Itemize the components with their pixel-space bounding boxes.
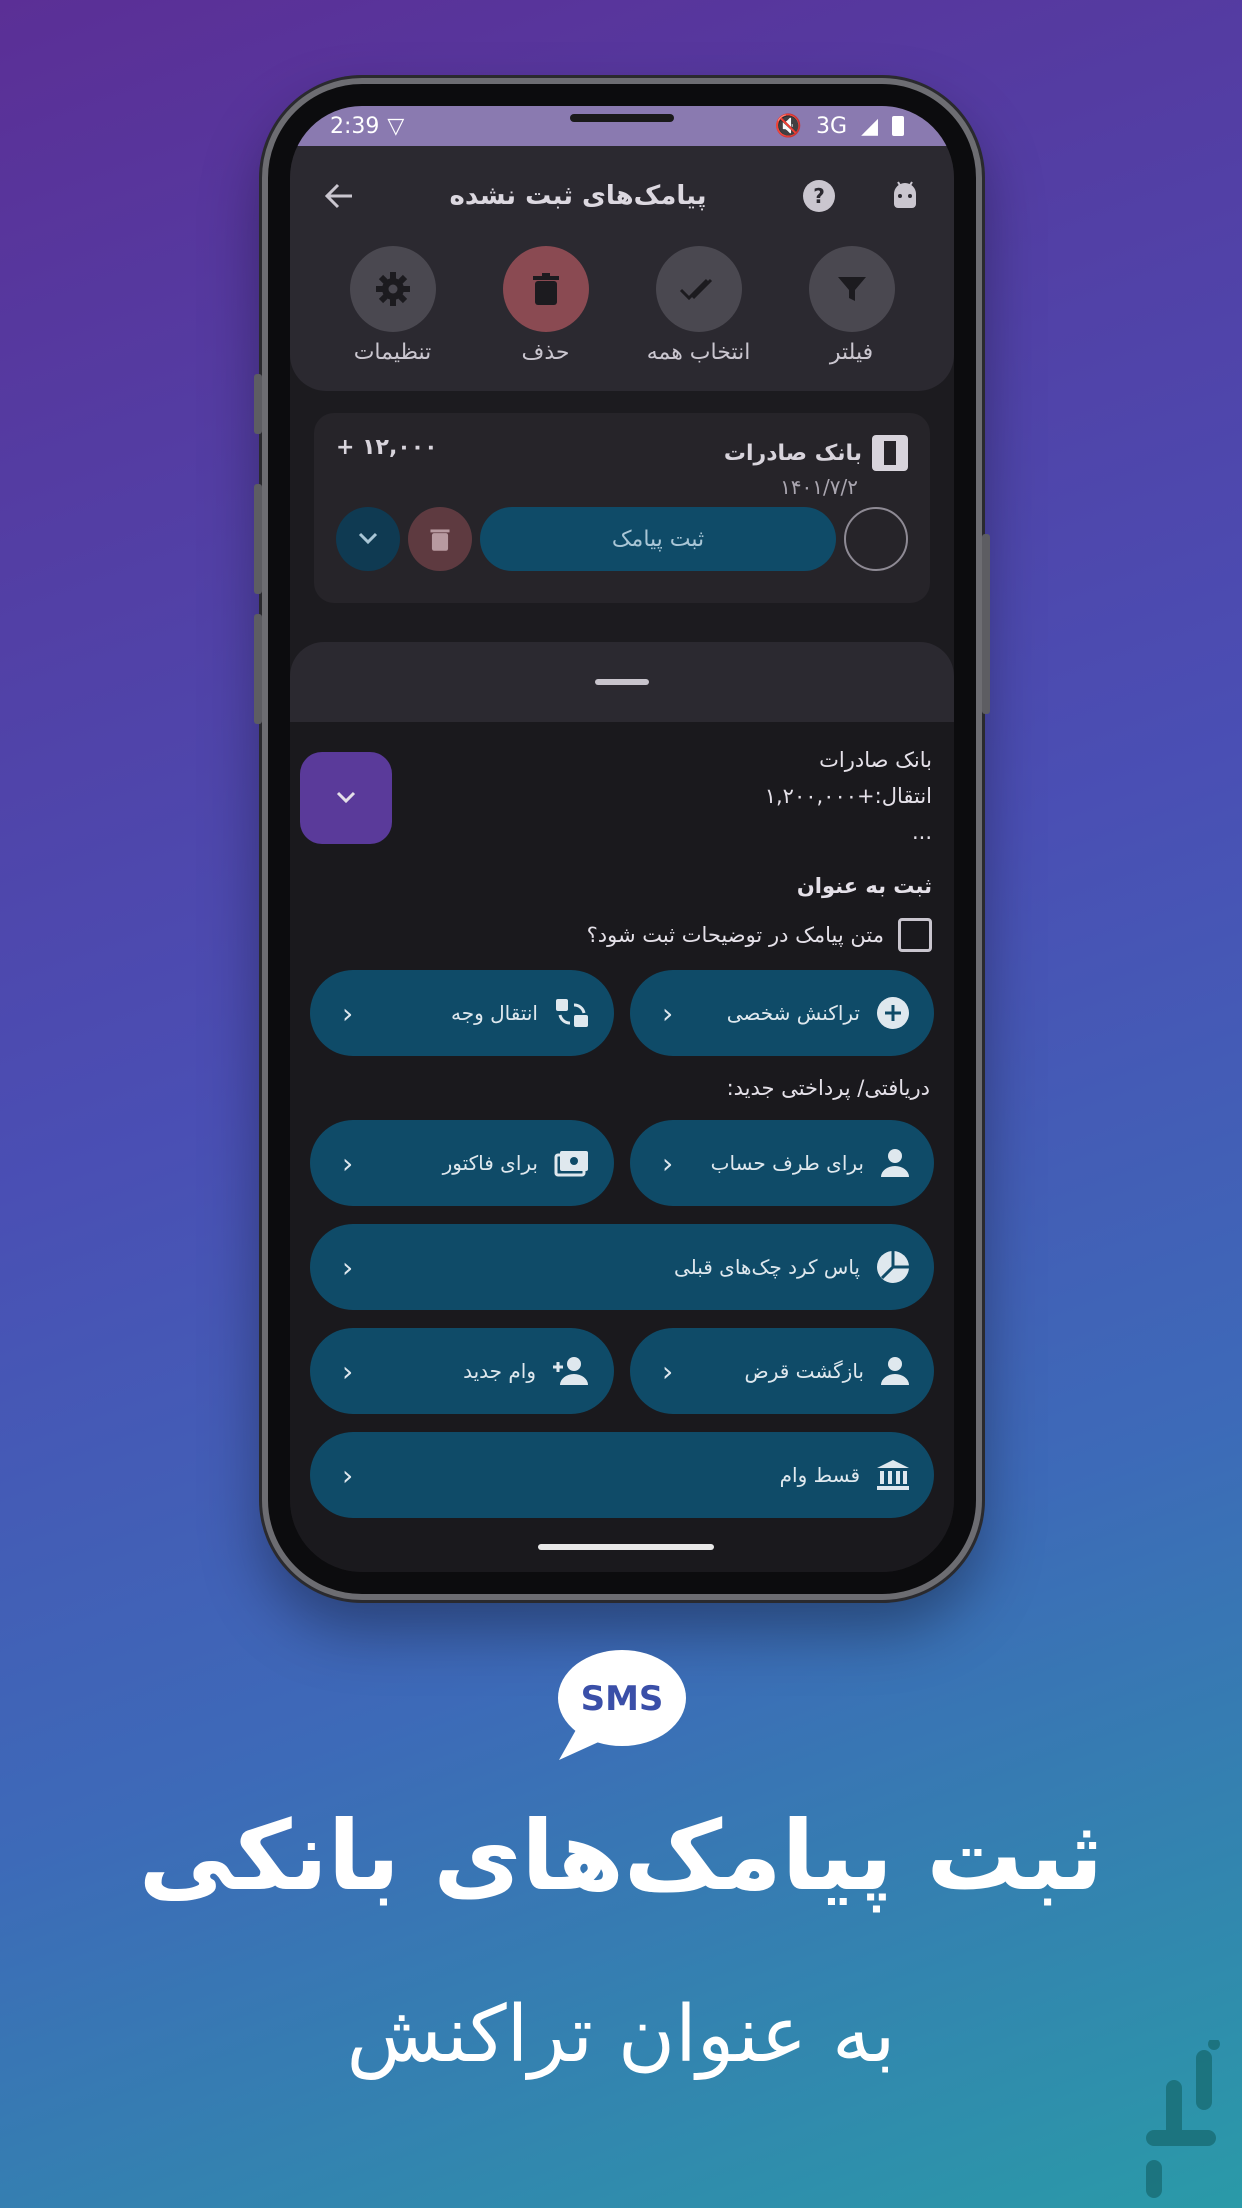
- home-indicator[interactable]: [538, 1544, 714, 1550]
- filter-icon: [837, 277, 866, 301]
- sheet-header[interactable]: [290, 642, 954, 722]
- new-loan-label: وام جدید: [463, 1359, 536, 1383]
- settings-button[interactable]: تنظیمات: [318, 246, 468, 365]
- message-card[interactable]: بانک صادرات ۱۴۰۱/۷/۲ + ۱۲,۰۰۰ ثبت پیامک: [314, 413, 930, 603]
- new-loan-button[interactable]: وام جدید ‹: [310, 1328, 614, 1414]
- transfer-label: انتقال وجه: [450, 1001, 538, 1025]
- delete-button[interactable]: حذف: [471, 246, 621, 365]
- card-expand-button[interactable]: [336, 507, 400, 571]
- app-bar: ? پیامک‌های ثبت نشده: [290, 146, 954, 246]
- filter-button[interactable]: فیلتر: [777, 246, 927, 365]
- action-bar: فیلتر انتخاب همه حذف تنظیمات: [290, 246, 954, 365]
- phone-screen: 2:39 ▽ 🔇 3G ◢ ? پیا: [290, 106, 954, 1572]
- sms-line-more: ...: [911, 820, 932, 844]
- arrow-left-icon[interactable]: [324, 181, 354, 211]
- sms-text-checkbox[interactable]: [898, 918, 932, 952]
- sms-bubble-icon: SMS: [558, 1650, 686, 1760]
- payment-grid: برای طرف حساب ‹ برای فاکتور ‹ پاس کرد چک…: [290, 1120, 954, 1518]
- transfer-button[interactable]: انتقال وجه ‹: [310, 970, 614, 1056]
- message-amount: + ۱۲,۰۰۰: [336, 435, 438, 460]
- volume-up-button: [254, 484, 262, 594]
- chevron-left-icon: ‹: [342, 996, 354, 1030]
- top-card: ? پیامک‌های ثبت نشده فیلتر انتخاب همه: [290, 146, 954, 391]
- chevron-down-icon: [336, 791, 356, 804]
- clear-checks-label: پاس کرد چک‌های قبلی: [673, 1255, 860, 1279]
- status-bar: 2:39 ▽ 🔇 3G ◢: [290, 106, 954, 146]
- chevron-left-icon: ‹: [342, 1458, 354, 1492]
- add-person-icon: [553, 1357, 588, 1385]
- bank-logo-icon: [872, 435, 908, 471]
- loan-installment-label: قسط وام: [779, 1463, 860, 1487]
- chevron-left-icon: ‹: [342, 1250, 354, 1284]
- chevron-left-icon: ‹: [662, 1354, 674, 1388]
- power-button: [982, 534, 990, 714]
- loan-return-label: بازگشت قرض: [744, 1359, 864, 1383]
- add-circle-icon: [877, 997, 909, 1029]
- bank-name: بانک صادرات: [723, 440, 862, 466]
- trash-icon: [532, 273, 559, 305]
- drag-handle[interactable]: [595, 679, 649, 685]
- delete-label: حذف: [521, 340, 570, 365]
- account-party-label: برای طرف حساب: [710, 1151, 864, 1175]
- pie-chart-icon: [877, 1251, 909, 1283]
- sms-line-bank: بانک صادرات: [819, 748, 932, 772]
- speaker-notch: [570, 114, 674, 122]
- bazaar-logo-icon: [1146, 2040, 1220, 2198]
- chevron-left-icon: ‹: [662, 1146, 674, 1180]
- person-icon: [881, 1149, 909, 1177]
- bank-icon: [877, 1460, 909, 1490]
- network-label: 3G: [816, 113, 848, 139]
- volume-down-button: [254, 614, 262, 724]
- message-date: ۱۴۰۱/۷/۲: [780, 475, 858, 499]
- status-time: 2:39: [330, 113, 380, 139]
- checkbox-label: متن پیامک در توضیحات ثبت شود؟: [586, 923, 884, 947]
- option-grid: تراکنش شخصی ‹ انتقال وجه ‹: [290, 970, 954, 1056]
- bottom-sheet: بانک صادرات انتقال:+۱,۲۰۰,۰۰۰ ... ثبت به…: [290, 642, 954, 1572]
- sms-bubble-text: SMS: [581, 1679, 664, 1719]
- sms-preview: بانک صادرات انتقال:+۱,۲۰۰,۰۰۰ ...: [290, 722, 954, 850]
- chevron-left-icon: ‹: [662, 996, 674, 1030]
- select-all-label: انتخاب همه: [646, 340, 751, 365]
- promo-subline: به عنوان تراکنش: [346, 1990, 896, 2080]
- chevron-down-icon: [358, 532, 378, 545]
- mute-switch: [254, 374, 262, 434]
- clear-checks-button[interactable]: پاس کرد چک‌های قبلی ‹: [310, 1224, 934, 1310]
- invoice-button[interactable]: برای فاکتور ‹: [310, 1120, 614, 1206]
- card-delete-button[interactable]: [408, 507, 472, 571]
- battery-icon: [892, 116, 904, 136]
- register-as-title: ثبت به عنوان: [796, 874, 932, 898]
- sms-text-checkbox-row[interactable]: متن پیامک در توضیحات ثبت شود؟: [290, 898, 954, 952]
- filter-label: فیلتر: [829, 340, 874, 365]
- promo-headline: ثبت پیامک‌های بانکی: [138, 1800, 1104, 1912]
- mute-icon: 🔇: [774, 113, 803, 139]
- page-title: پیامک‌های ثبت نشده: [449, 181, 707, 211]
- personal-transaction-label: تراکنش شخصی: [726, 1001, 860, 1025]
- signal-icon: ◢: [861, 113, 878, 139]
- vpn-icon: ▽: [387, 113, 405, 139]
- phone-frame: 2:39 ▽ 🔇 3G ◢ ? پیا: [254, 78, 990, 1600]
- chevron-left-icon: ‹: [342, 1146, 354, 1180]
- transfer-icon: [556, 999, 588, 1027]
- register-sms-button[interactable]: ثبت پیامک: [480, 507, 836, 571]
- person-icon: [881, 1357, 909, 1385]
- personal-transaction-button[interactable]: تراکنش شخصی ‹: [630, 970, 934, 1056]
- svg-text:?: ?: [813, 184, 825, 208]
- settings-label: تنظیمات: [353, 340, 432, 365]
- select-radio[interactable]: [844, 507, 908, 571]
- expand-sms-button[interactable]: [300, 752, 392, 844]
- new-payment-subtitle: دریافتی/ پرداختی جدید:: [726, 1076, 930, 1100]
- sms-line-amount: انتقال:+۱,۲۰۰,۰۰۰: [764, 784, 932, 808]
- account-party-button[interactable]: برای طرف حساب ‹: [630, 1120, 934, 1206]
- invoice-icon: [554, 1151, 588, 1177]
- android-icon[interactable]: [890, 180, 920, 212]
- loan-installment-button[interactable]: قسط وام ‹: [310, 1432, 934, 1518]
- select-all-button[interactable]: انتخاب همه: [624, 246, 774, 365]
- invoice-label: برای فاکتور: [442, 1151, 538, 1175]
- chevron-left-icon: ‹: [342, 1354, 354, 1388]
- help-icon[interactable]: ?: [802, 179, 836, 213]
- double-check-icon: [679, 278, 712, 301]
- gear-icon: [375, 272, 410, 306]
- loan-return-button[interactable]: بازگشت قرض ‹: [630, 1328, 934, 1414]
- trash-icon: [430, 529, 450, 551]
